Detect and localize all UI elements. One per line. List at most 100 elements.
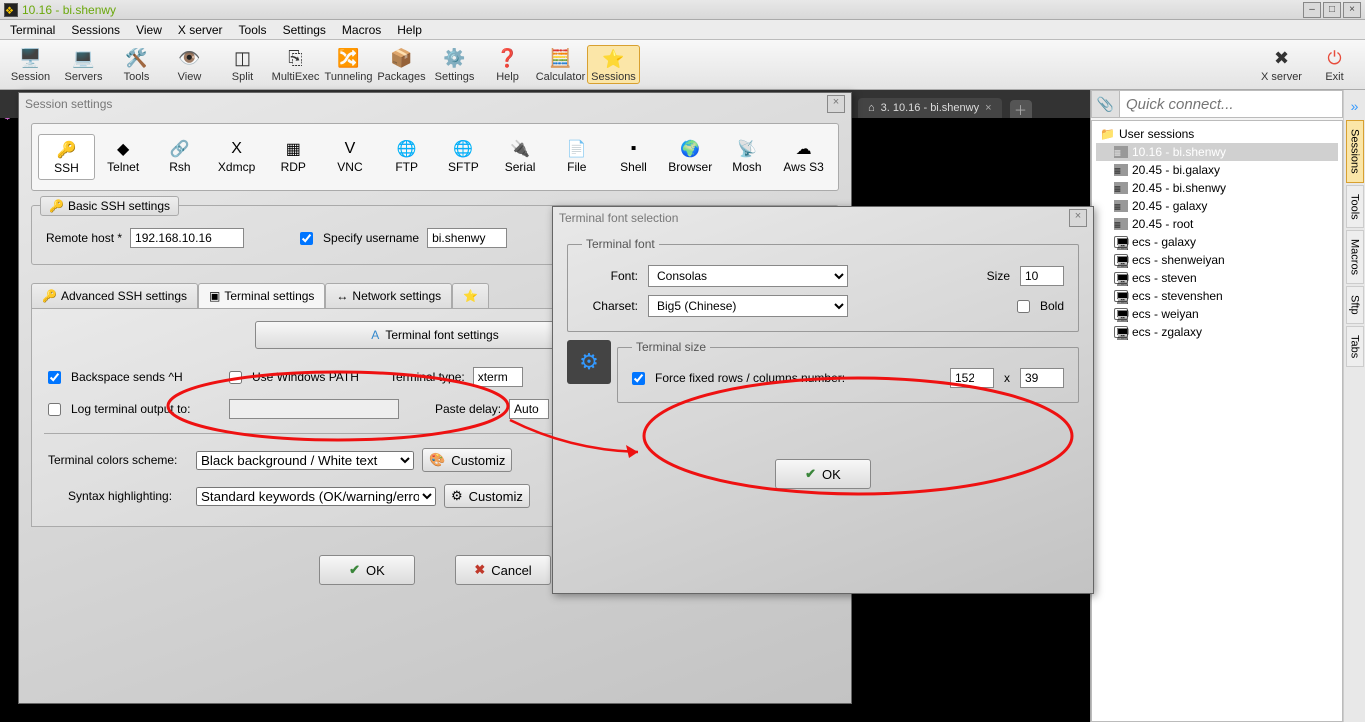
font-ok-button[interactable]: ✔OK — [775, 459, 871, 489]
tool-sessions[interactable]: ⭐Sessions — [587, 45, 640, 84]
right-tab-sftp[interactable]: Sftp — [1346, 286, 1364, 324]
session-type-sftp[interactable]: 🌐SFTP — [435, 134, 492, 180]
menu-sessions[interactable]: Sessions — [63, 21, 128, 39]
session-tree[interactable]: 📁 User sessions≡ 10.16 - bi.shenwy≡ 20.4… — [1091, 120, 1343, 722]
terminal-font-legend: Terminal font — [582, 237, 659, 251]
menu-macros[interactable]: Macros — [334, 21, 389, 39]
minimize-button[interactable]: – — [1303, 2, 1321, 18]
tool-view[interactable]: 👁️View — [163, 47, 216, 83]
session-type-aws-s3[interactable]: ☁Aws S3 — [775, 134, 832, 180]
customize-colors-button[interactable]: 🎨Customiz — [422, 448, 512, 472]
expand-icon[interactable]: » — [1347, 94, 1363, 118]
dialog-close-icon[interactable]: × — [827, 95, 845, 113]
right-tab-tabs[interactable]: Tabs — [1346, 326, 1364, 367]
session-type-serial[interactable]: 🔌Serial — [492, 134, 549, 180]
specify-username-checkbox[interactable] — [300, 232, 313, 245]
size-input[interactable] — [1020, 266, 1064, 286]
right-tab-tools[interactable]: Tools — [1346, 185, 1364, 229]
tree-item[interactable]: 🖥 ecs - zgalaxy — [1096, 323, 1338, 341]
tool-help[interactable]: ❓Help — [481, 47, 534, 83]
tab-label: 3. 10.16 - bi.shenwy — [881, 102, 979, 114]
dialog-title: Session settings — [25, 97, 112, 111]
menu-terminal[interactable]: Terminal — [2, 21, 63, 39]
tree-root[interactable]: 📁 User sessions — [1096, 125, 1338, 143]
close-button[interactable]: × — [1343, 2, 1361, 18]
tree-item[interactable]: 🖥 ecs - shenweiyan — [1096, 251, 1338, 269]
ok-button[interactable]: ✔OK — [319, 555, 415, 585]
maximize-button[interactable]: □ — [1323, 2, 1341, 18]
backspace-checkbox[interactable] — [48, 371, 61, 384]
tool-split[interactable]: ◫Split — [216, 47, 269, 83]
menu-help[interactable]: Help — [389, 21, 430, 39]
right-tab-sessions[interactable]: Sessions — [1346, 120, 1364, 183]
tool-calculator[interactable]: 🧮Calculator — [534, 47, 587, 83]
log-output-input[interactable] — [229, 399, 399, 419]
new-tab-button[interactable]: ＋ — [1010, 100, 1032, 118]
tree-item[interactable]: 🖥 ecs - weiyan — [1096, 305, 1338, 323]
quick-connect[interactable]: 📎 — [1091, 90, 1343, 118]
session-type-xdmcp[interactable]: XXdmcp — [208, 134, 265, 180]
windows-path-checkbox[interactable] — [229, 371, 242, 384]
quick-connect-input[interactable] — [1120, 96, 1342, 113]
tree-item[interactable]: ≡ 20.45 - bi.shenwy — [1096, 179, 1338, 197]
tool-servers[interactable]: 💻Servers — [57, 47, 110, 83]
customize-syntax-button[interactable]: ⚙Customiz — [444, 484, 530, 508]
terminal-font-dialog: Terminal font selection × Terminal font … — [552, 206, 1094, 594]
rows-input[interactable] — [1020, 368, 1064, 388]
session-type-shell[interactable]: ▪Shell — [605, 134, 662, 180]
remote-host-input[interactable] — [130, 228, 244, 248]
session-type-file[interactable]: 📄File — [548, 134, 605, 180]
colorscheme-select[interactable]: Black background / White text — [196, 451, 414, 470]
font-dialog-close-icon[interactable]: × — [1069, 209, 1087, 227]
tree-item[interactable]: ≡ 20.45 - galaxy — [1096, 197, 1338, 215]
tool-settings[interactable]: ⚙️Settings — [428, 47, 481, 83]
session-type-mosh[interactable]: 📡Mosh — [719, 134, 776, 180]
subtab-network-settings[interactable]: ↔Network settings — [325, 283, 452, 308]
session-type-telnet[interactable]: ◆Telnet — [95, 134, 152, 180]
terminal-type-input[interactable] — [473, 367, 523, 387]
font-select[interactable]: Consolas — [648, 265, 848, 287]
log-output-checkbox[interactable] — [48, 403, 61, 416]
tree-item[interactable]: ≡ 10.16 - bi.shenwy — [1096, 143, 1338, 161]
basic-ssh-legend: 🔑 Basic SSH settings — [40, 196, 179, 216]
tab-session[interactable]: ⌂3. 10.16 - bi.shenwy× — [858, 98, 1002, 118]
paperclip-icon[interactable]: 📎 — [1092, 91, 1120, 117]
charset-select[interactable]: Big5 (Chinese) — [648, 295, 848, 317]
dialog-titlebar[interactable]: Session settings × — [19, 93, 851, 115]
session-type-ftp[interactable]: 🌐FTP — [378, 134, 435, 180]
columns-input[interactable] — [950, 368, 994, 388]
tool-exit[interactable]: ⏻Exit — [1308, 47, 1361, 83]
tree-item[interactable]: 🖥 ecs - stevenshen — [1096, 287, 1338, 305]
subtab-star[interactable]: ⭐ — [452, 283, 489, 308]
subtab-terminal-settings[interactable]: ▣Terminal settings — [198, 283, 325, 308]
tool-packages[interactable]: 📦Packages — [375, 47, 428, 83]
username-input[interactable] — [427, 228, 507, 248]
session-type-rsh[interactable]: 🔗Rsh — [152, 134, 209, 180]
menu-tools[interactable]: Tools — [231, 21, 275, 39]
bold-checkbox[interactable] — [1017, 300, 1030, 313]
menu-settings[interactable]: Settings — [275, 21, 334, 39]
tree-item[interactable]: 🖥 ecs - steven — [1096, 269, 1338, 287]
session-type-ssh[interactable]: 🔑SSH — [38, 134, 95, 180]
tree-item[interactable]: 🖥 ecs - galaxy — [1096, 233, 1338, 251]
tool-session[interactable]: 🖥️Session — [4, 47, 57, 83]
tool-multiexec[interactable]: ⎘MultiExec — [269, 47, 322, 83]
tool-tunneling[interactable]: 🔀Tunneling — [322, 47, 375, 83]
tab-close-icon[interactable]: × — [985, 102, 991, 114]
tree-item[interactable]: ≡ 20.45 - bi.galaxy — [1096, 161, 1338, 179]
tree-item[interactable]: ≡ 20.45 - root — [1096, 215, 1338, 233]
session-type-vnc[interactable]: VVNC — [322, 134, 379, 180]
tool-x-server[interactable]: ✖︎X server — [1255, 47, 1308, 83]
font-dialog-titlebar[interactable]: Terminal font selection × — [553, 207, 1093, 229]
paste-delay-input[interactable] — [509, 399, 549, 419]
menu-x-server[interactable]: X server — [170, 21, 231, 39]
syntax-select[interactable]: Standard keywords (OK/warning/error/...) — [196, 487, 436, 506]
subtab-advanced-ssh-settings[interactable]: 🔑Advanced SSH settings — [31, 283, 198, 308]
force-fixed-checkbox[interactable] — [632, 372, 645, 385]
right-tab-macros[interactable]: Macros — [1346, 230, 1364, 284]
cancel-button[interactable]: ✖Cancel — [455, 555, 551, 585]
session-type-browser[interactable]: 🌍Browser — [662, 134, 719, 180]
tool-tools[interactable]: 🛠️Tools — [110, 47, 163, 83]
session-type-rdp[interactable]: ▦RDP — [265, 134, 322, 180]
menu-view[interactable]: View — [128, 21, 170, 39]
